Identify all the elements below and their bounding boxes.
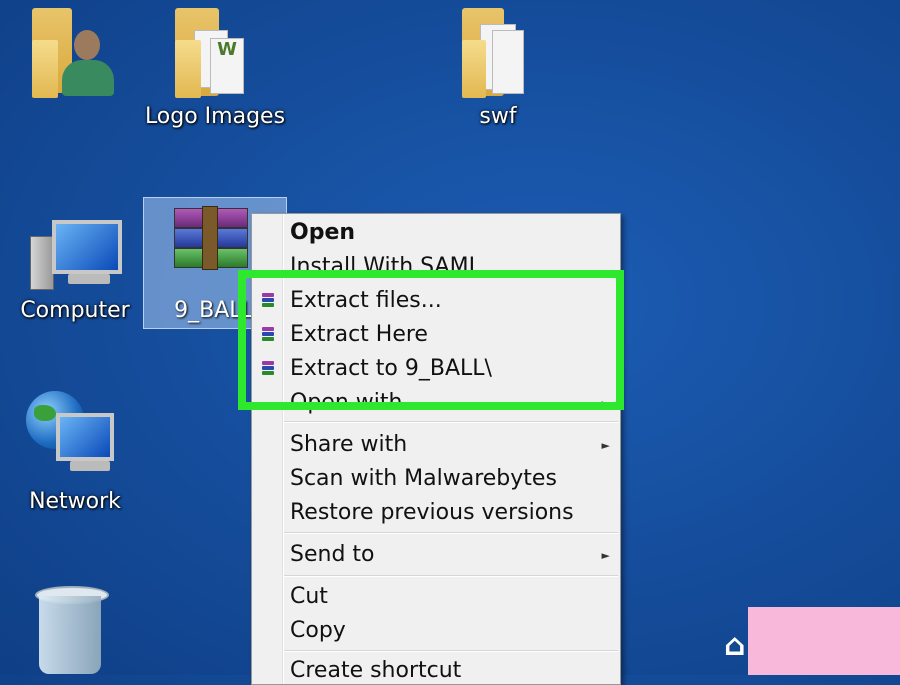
desktop-icon-recycle-bin[interactable] <box>25 580 115 675</box>
submenu-arrow-icon: ► <box>601 439 610 452</box>
desktop-icon-logo-images[interactable]: W Logo Images <box>145 0 285 140</box>
watermark-logo-icon: ⌂ <box>724 628 746 663</box>
menu-separator <box>284 650 618 652</box>
menu-item-open[interactable]: Open <box>290 220 355 245</box>
menu-separator <box>284 532 618 534</box>
menu-separator <box>284 421 618 423</box>
corner-badge <box>748 607 900 675</box>
recycle-bin-icon <box>35 586 109 676</box>
user-icon <box>58 30 118 96</box>
desktop-icon-network[interactable]: Network <box>20 385 130 525</box>
highlight-box <box>238 270 624 410</box>
submenu-arrow-icon: ► <box>601 549 610 562</box>
desktop-icon-label: Network <box>29 489 121 514</box>
menu-separator <box>284 575 618 577</box>
desktop-icon-swf[interactable]: swf <box>448 0 548 140</box>
menu-item-cut[interactable]: Cut <box>290 584 328 609</box>
menu-item-send-to[interactable]: Send to <box>290 542 375 567</box>
desktop-icon-label: swf <box>479 104 517 129</box>
computer-icon <box>28 218 122 293</box>
network-icon <box>26 391 122 481</box>
desktop-icon-label: Logo Images <box>144 104 286 129</box>
menu-item-create-shortcut[interactable]: Create shortcut <box>290 658 461 683</box>
menu-item-restore-previous-versions[interactable]: Restore previous versions <box>290 500 574 525</box>
menu-item-copy[interactable]: Copy <box>290 618 346 643</box>
desktop-icon-user-folder[interactable] <box>20 0 120 110</box>
menu-item-scan-with-malwarebytes[interactable]: Scan with Malwarebytes <box>290 466 557 491</box>
winrar-archive-icon <box>170 206 250 272</box>
menu-item-share-with[interactable]: Share with <box>290 432 407 457</box>
